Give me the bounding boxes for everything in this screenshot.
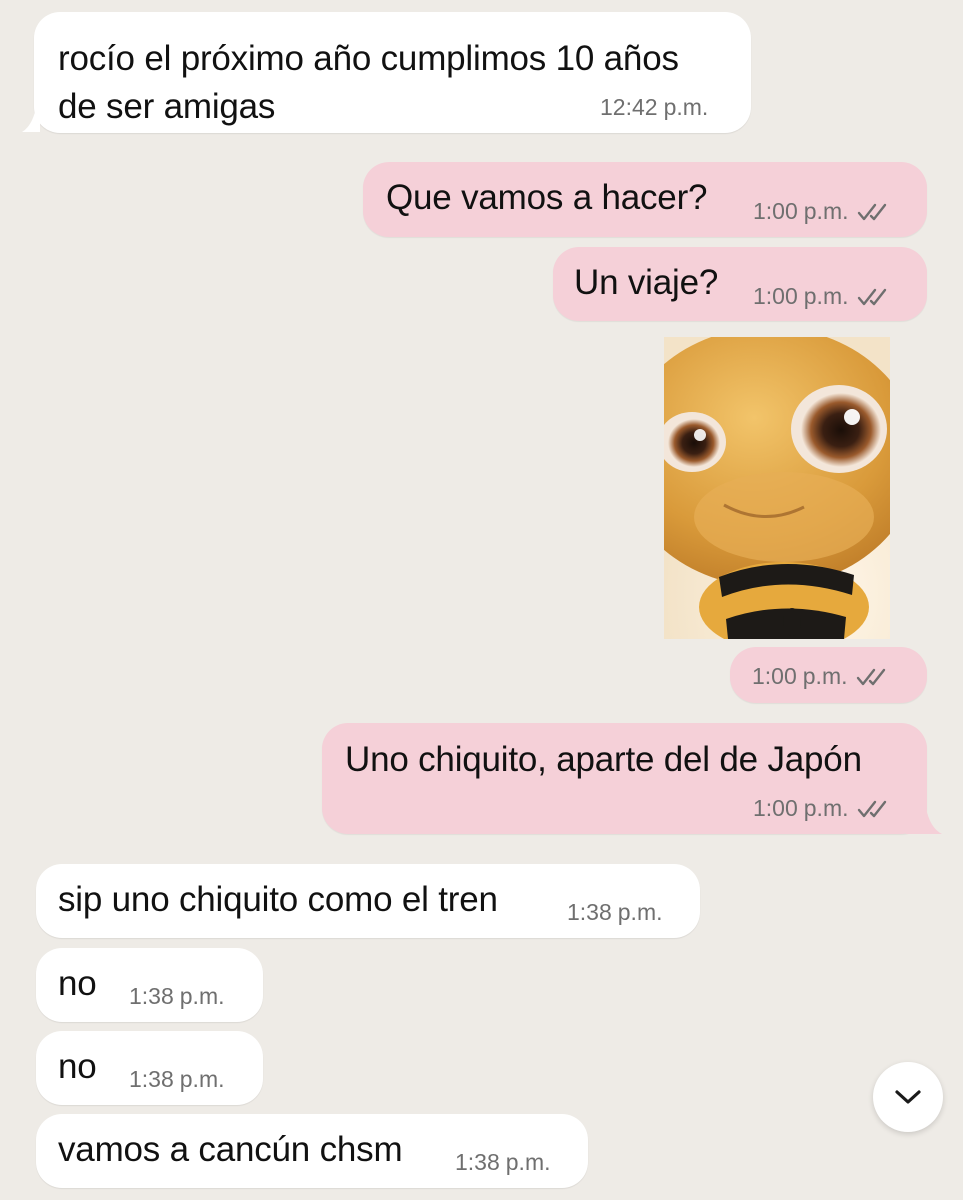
- time-value: 1:00: [753, 283, 798, 309]
- message-text: no: [58, 1047, 97, 1086]
- message-text: rocío el próximo año cumplimos 10 años: [58, 39, 679, 78]
- message-text: sip uno chiquito como el tren: [58, 880, 498, 919]
- message-timestamp: 1:00 p.m.: [752, 663, 890, 690]
- time-ampm: p.m.: [179, 983, 225, 1009]
- time-ampm: p.m.: [179, 1066, 225, 1092]
- double-check-icon: [856, 668, 885, 685]
- time-value: 1:38: [129, 983, 174, 1009]
- incoming-message[interactable]: sip uno chiquito como el tren 1:38 p.m.: [36, 864, 700, 938]
- message-text: vamos a cancún chsm: [58, 1130, 403, 1169]
- message-text: no: [58, 964, 97, 1003]
- time-value: 1:00: [752, 663, 797, 689]
- outgoing-message[interactable]: Un viaje? 1:00 p.m.: [553, 247, 927, 321]
- incoming-message[interactable]: no 1:38 p.m.: [36, 948, 263, 1022]
- message-timestamp: 1:00 p.m.: [753, 283, 891, 310]
- outgoing-message[interactable]: 1:00 p.m.: [730, 647, 927, 703]
- incoming-message[interactable]: vamos a cancún chsm 1:38 p.m.: [36, 1114, 588, 1188]
- message-timestamp: 1:38 p.m.: [129, 983, 225, 1010]
- message-timestamp: 1:00 p.m.: [753, 795, 891, 822]
- double-check-icon: [857, 288, 886, 305]
- time-ampm: p.m.: [803, 198, 849, 224]
- time-ampm: p.m.: [617, 899, 663, 925]
- message-text: Uno chiquito, aparte del de Japón: [345, 740, 862, 779]
- message-text: Un viaje?: [574, 263, 719, 302]
- incoming-message[interactable]: rocío el próximo año cumplimos 10 años d…: [34, 12, 751, 133]
- message-timestamp: 1:38 p.m.: [455, 1149, 551, 1176]
- chevron-down-icon: [895, 1090, 921, 1104]
- scroll-to-bottom-button[interactable]: [873, 1062, 943, 1132]
- double-check-icon: [857, 203, 886, 220]
- time-value: 1:38: [455, 1149, 500, 1175]
- message-timestamp: 12:42 p.m.: [600, 94, 708, 121]
- double-check-icon: [857, 800, 886, 817]
- time-ampm: p.m.: [803, 795, 849, 821]
- message-timestamp: 1:38 p.m.: [567, 899, 663, 926]
- chat-area: rocío el próximo año cumplimos 10 años d…: [0, 0, 963, 1200]
- message-text: Que vamos a hacer?: [386, 178, 708, 217]
- incoming-message[interactable]: no 1:38 p.m.: [36, 1031, 263, 1105]
- bubble-tail: [906, 808, 942, 834]
- bee-sticker[interactable]: [664, 337, 890, 639]
- time-value: 12:42: [600, 94, 658, 120]
- bee-sticker-image: [664, 337, 890, 639]
- time-ampm: p.m.: [803, 283, 849, 309]
- outgoing-message[interactable]: Uno chiquito, aparte del de Japón 1:00 p.…: [322, 723, 927, 834]
- outgoing-message[interactable]: Que vamos a hacer? 1:00 p.m.: [363, 162, 927, 237]
- time-ampm: p.m.: [802, 663, 848, 689]
- time-value: 1:00: [753, 795, 798, 821]
- time-value: 1:38: [567, 899, 612, 925]
- message-timestamp: 1:00 p.m.: [753, 198, 891, 225]
- bubble-tail: [22, 108, 40, 132]
- time-value: 1:38: [129, 1066, 174, 1092]
- time-value: 1:00: [753, 198, 798, 224]
- time-ampm: p.m.: [663, 94, 709, 120]
- message-timestamp: 1:38 p.m.: [129, 1066, 225, 1093]
- message-text: de ser amigas: [58, 87, 276, 126]
- time-ampm: p.m.: [505, 1149, 551, 1175]
